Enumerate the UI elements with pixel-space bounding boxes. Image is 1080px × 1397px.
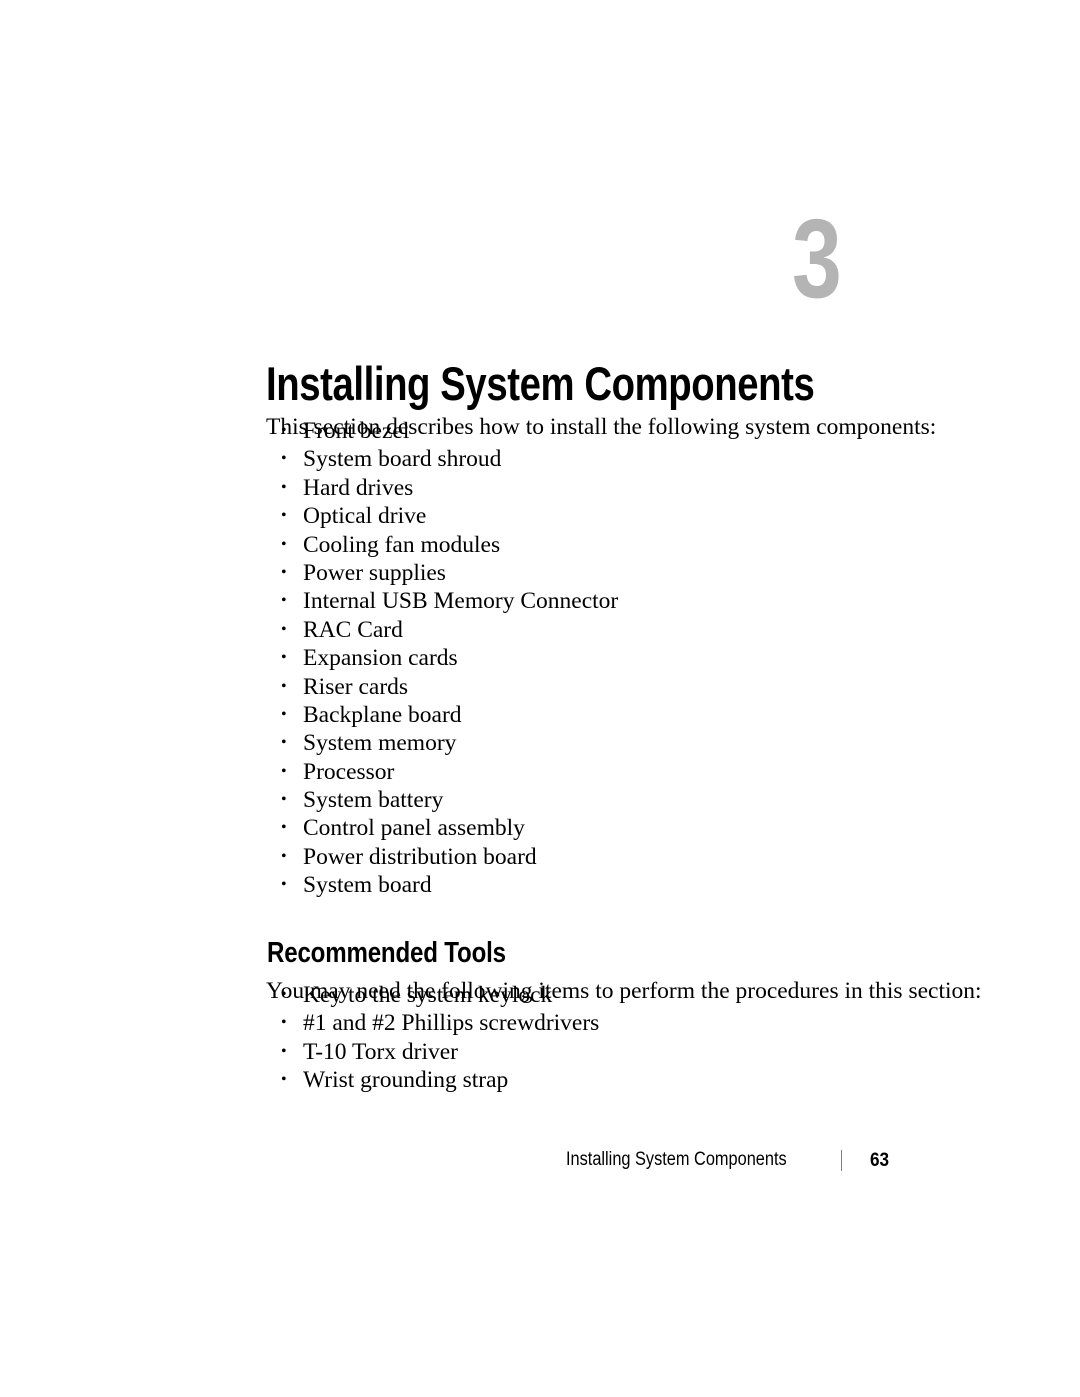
bullet-icon: • (281, 762, 287, 780)
page-footer: Installing System Components 63 (566, 1148, 891, 1172)
list-item-component: • Internal USB Memory Connector (266, 587, 618, 615)
list-item-component-label: Internal USB Memory Connector (303, 588, 619, 615)
list-item-tool: • Key to the system keylock (266, 981, 599, 1009)
footer-page-number: 63 (869, 1149, 889, 1171)
bullet-icon: • (281, 592, 287, 610)
list-item-component: • Front bezel (266, 417, 618, 445)
list-item-tool-label: #1 and #2 Phillips screwdrivers (303, 1010, 600, 1037)
page-title: Installing System Components (266, 357, 815, 411)
bullet-icon: • (281, 819, 287, 837)
footer-separator (840, 1149, 842, 1171)
list-item-component: • System battery (266, 786, 618, 814)
bullet-icon: • (281, 1042, 287, 1060)
components-bullet-list: • Front bezel • System board shroud • Hard dr… (266, 417, 618, 900)
bullet-icon: • (281, 876, 287, 894)
list-item-tool: • #1 and #2 Phillips screwdrivers (266, 1009, 599, 1037)
list-item-component: • Processor (266, 758, 618, 786)
list-item-component: • Expansion cards (266, 644, 618, 672)
bullet-icon: • (281, 649, 287, 667)
tools-bullet-list: • Key to the system keylock • #1 and #2 Phi… (266, 981, 599, 1095)
list-item-component: • Hard drives (266, 474, 618, 502)
list-item-component-label: System board shroud (303, 446, 502, 473)
list-item-component: • System memory (266, 729, 618, 757)
list-item-component: • Control panel assembly (266, 814, 618, 842)
bullet-icon: • (281, 450, 287, 468)
bullet-icon: • (281, 1014, 287, 1032)
list-item-tool-label: Key to the system keylock (303, 982, 553, 1008)
bullet-icon: • (281, 563, 287, 581)
section-heading-recommended-tools: Recommended Tools (267, 936, 506, 969)
list-item-tool: • T-10 Torx driver (266, 1038, 599, 1066)
list-item-component-label: Processor (303, 758, 395, 785)
list-item-component-label: Power supplies (303, 559, 446, 586)
list-item-component: • Power distribution board (266, 843, 618, 871)
list-item-component: • System board shroud (266, 445, 618, 473)
list-item-component: • Backplane board (266, 701, 618, 729)
list-item-component: • Power supplies (266, 559, 618, 587)
bullet-icon: • (281, 734, 287, 752)
list-item-component-label: Backplane board (303, 701, 462, 728)
bullet-icon: • (281, 847, 287, 865)
bullet-icon: • (281, 791, 287, 809)
list-item-component-label: Optical drive (303, 503, 427, 530)
list-item-tool: • Wrist grounding strap (266, 1066, 599, 1094)
list-item-component: • Cooling fan modules (266, 531, 618, 559)
list-item-component-label: System board (303, 872, 432, 899)
list-item-component-label: Expansion cards (303, 645, 458, 672)
list-item-component-label: Power distribution board (303, 843, 537, 870)
list-item-component-label: System memory (303, 730, 457, 757)
bullet-icon: • (281, 986, 287, 1003)
list-item-component-label: Control panel assembly (303, 815, 525, 842)
bullet-icon: • (281, 507, 287, 525)
bullet-icon: • (281, 677, 287, 695)
list-item-component-label: Cooling fan modules (303, 531, 501, 558)
list-item-component-label: RAC Card (303, 616, 403, 643)
footer-chapter-title: Installing System Components (566, 1149, 787, 1170)
bullet-icon: • (281, 705, 287, 723)
list-item-component: • System board (266, 871, 618, 899)
list-item-component: • RAC Card (266, 616, 618, 644)
chapter-number: 3 (791, 196, 842, 321)
list-item-component-label: System battery (303, 787, 444, 814)
bullet-icon: • (281, 1071, 287, 1089)
list-item-tool-label: T-10 Torx driver (303, 1038, 458, 1065)
list-item-component: • Optical drive (266, 502, 618, 530)
document-page: 3 Installing System Components This sect… (0, 0, 1080, 1397)
bullet-icon: • (281, 620, 287, 638)
list-item-component-label: Hard drives (303, 474, 414, 501)
list-item-tool-label: Wrist grounding strap (303, 1067, 509, 1094)
bullet-icon: • (281, 422, 287, 439)
list-item-component-label: Riser cards (303, 673, 409, 700)
list-item-component-label: Front bezel (303, 418, 410, 444)
list-item-component: • Riser cards (266, 673, 618, 701)
bullet-icon: • (281, 535, 287, 553)
bullet-icon: • (281, 478, 287, 496)
